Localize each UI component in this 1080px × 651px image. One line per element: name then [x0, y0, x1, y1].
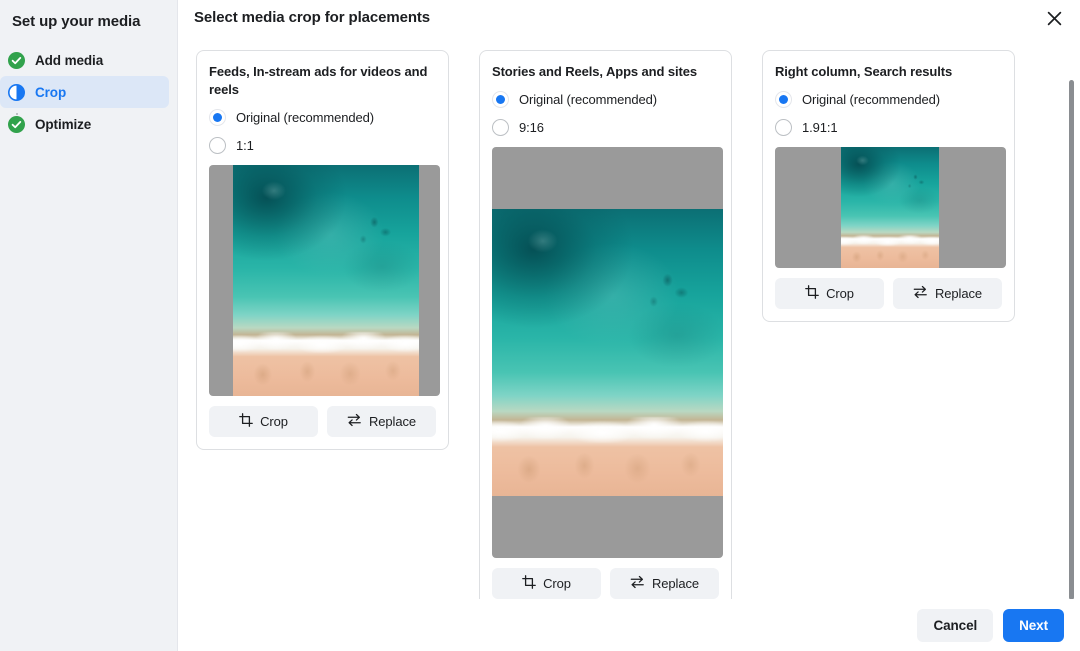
aspect-option-original[interactable]: Original (recommended) [209, 103, 436, 131]
swap-icon [913, 285, 928, 302]
check-circle-icon [8, 51, 25, 69]
vertical-scrollbar-thumb[interactable] [1069, 80, 1074, 600]
radio-selected-icon[interactable] [775, 90, 792, 108]
step-list: Add media Crop Optimize [0, 44, 177, 140]
media-preview-1-1[interactable] [209, 165, 440, 396]
aspect-option-original[interactable]: Original (recommended) [492, 85, 719, 113]
card-action-row: Crop Replace [209, 406, 436, 437]
sidebar-item-optimize[interactable]: Optimize [0, 108, 169, 140]
media-preview-1-91-1[interactable] [775, 147, 1006, 268]
beach-aerial-photo [233, 165, 419, 396]
dialog-footer: Cancel Next [178, 599, 1080, 651]
aspect-option-label: 9:16 [519, 119, 544, 135]
sidebar-title: Set up your media [12, 13, 141, 30]
aspect-option-label: Original (recommended) [802, 91, 940, 107]
aspect-option-ratio[interactable]: 1:1 [209, 131, 436, 159]
replace-button-label: Replace [935, 286, 982, 301]
swap-icon [347, 413, 362, 430]
aspect-option-ratio[interactable]: 1.91:1 [775, 113, 1002, 141]
radio-unselected-icon[interactable] [775, 118, 792, 136]
replace-button-label: Replace [652, 576, 699, 591]
crop-icon [522, 575, 536, 592]
card-title: Feeds, In-stream ads for videos and reel… [209, 64, 428, 97]
sidebar-item-label: Crop [35, 84, 67, 100]
card-action-row: Crop Replace [775, 278, 1002, 309]
media-preview-9-16[interactable] [492, 147, 723, 558]
replace-button-label: Replace [369, 414, 416, 429]
crop-button[interactable]: Crop [775, 278, 884, 309]
crop-button[interactable]: Crop [492, 568, 601, 599]
radio-selected-icon[interactable] [209, 108, 226, 126]
replace-button[interactable]: Replace [893, 278, 1002, 309]
crop-icon [805, 285, 819, 302]
placement-card-stories: Stories and Reels, Apps and sites Origin… [479, 50, 732, 599]
radio-unselected-icon[interactable] [492, 118, 509, 136]
crop-button-label: Crop [260, 414, 288, 429]
beach-aerial-photo [492, 209, 723, 496]
card-action-row: Crop Replace [492, 568, 719, 599]
sidebar-item-label: Add media [35, 52, 104, 68]
setup-sidebar: Set up your media Add media Crop Optimiz… [0, 0, 178, 651]
aspect-option-label: 1.91:1 [802, 119, 838, 135]
main-panel: Select media crop for placements Feeds, … [178, 0, 1080, 651]
next-button[interactable]: Next [1003, 608, 1064, 642]
card-title: Right column, Search results [775, 64, 953, 79]
aspect-option-label: Original (recommended) [519, 91, 657, 107]
close-icon [1047, 11, 1062, 29]
placement-card-feeds: Feeds, In-stream ads for videos and reel… [196, 50, 449, 450]
aspect-option-original[interactable]: Original (recommended) [775, 85, 1002, 113]
crop-button-label: Crop [543, 576, 571, 591]
sidebar-item-label: Optimize [35, 116, 92, 132]
crop-button-label: Crop [826, 286, 854, 301]
check-circle-icon [8, 115, 25, 133]
beach-aerial-photo [841, 147, 939, 268]
swap-icon [630, 575, 645, 592]
cancel-button[interactable]: Cancel [917, 608, 994, 642]
media-crop-dialog: Set up your media Add media Crop Optimiz… [0, 0, 1080, 651]
radio-selected-icon[interactable] [492, 90, 509, 108]
replace-button[interactable]: Replace [610, 568, 719, 599]
card-title: Stories and Reels, Apps and sites [492, 64, 698, 79]
placement-card-right-column: Right column, Search results Original (r… [762, 50, 1015, 322]
sidebar-item-crop[interactable]: Crop [0, 76, 169, 108]
aspect-option-label: 1:1 [236, 137, 254, 153]
placement-card-list: Feeds, In-stream ads for videos and reel… [178, 38, 1080, 599]
close-button[interactable] [1040, 6, 1068, 34]
sidebar-item-add-media[interactable]: Add media [0, 44, 169, 76]
radio-unselected-icon[interactable] [209, 136, 226, 154]
aspect-option-label: Original (recommended) [236, 109, 374, 125]
half-circle-icon [8, 83, 25, 101]
aspect-option-ratio[interactable]: 9:16 [492, 113, 719, 141]
crop-button[interactable]: Crop [209, 406, 318, 437]
page-title: Select media crop for placements [194, 9, 431, 26]
placements-scroll-area[interactable]: Feeds, In-stream ads for videos and reel… [178, 38, 1080, 599]
replace-button[interactable]: Replace [327, 406, 436, 437]
crop-icon [239, 413, 253, 430]
